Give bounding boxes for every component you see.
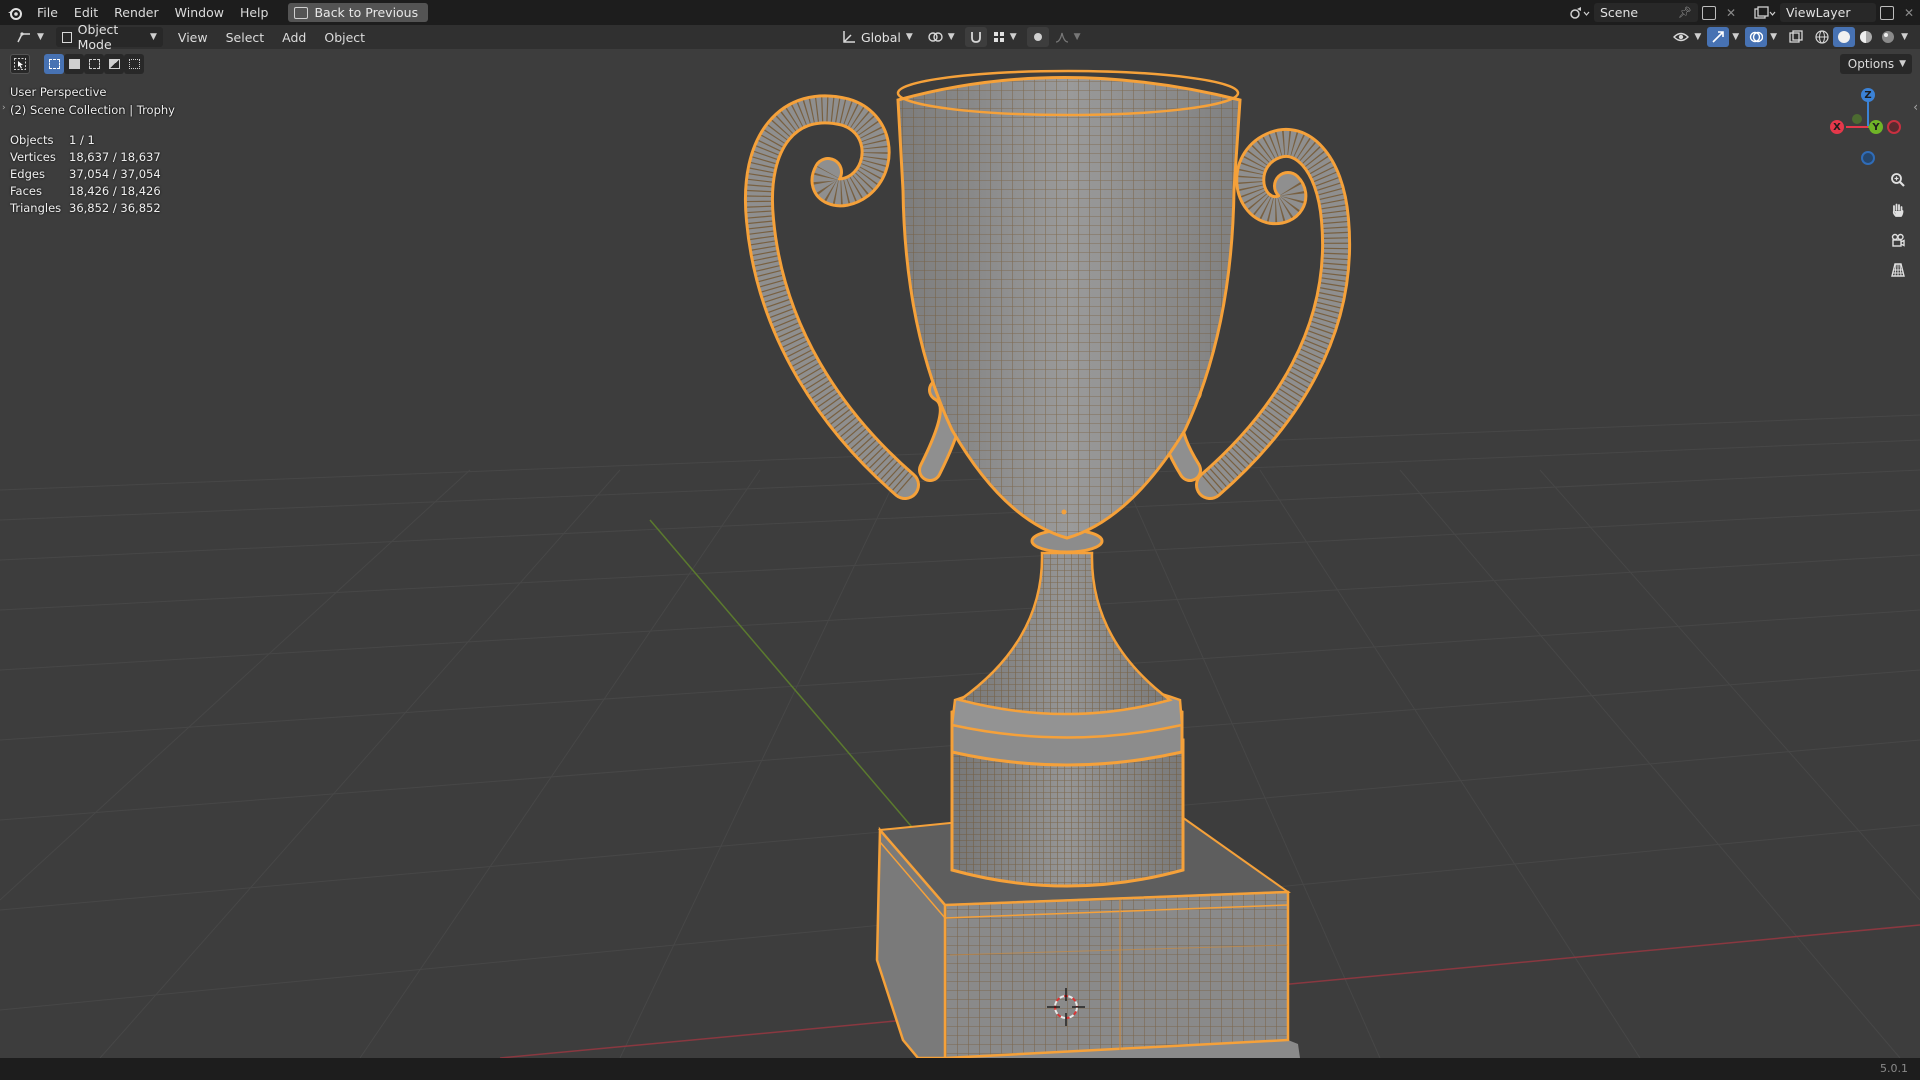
shading-material-icon[interactable]: [1855, 27, 1877, 47]
view-layer-field[interactable]: ViewLayer: [1780, 3, 1876, 22]
magnifier-icon: [1891, 173, 1905, 187]
gizmo-dropdown-icon[interactable]: ▼: [1732, 32, 1739, 42]
orientation-dropdown[interactable]: Global ▼: [836, 27, 919, 47]
pivot-icon: [928, 32, 943, 42]
scene-name: Scene: [1600, 5, 1639, 20]
tool-settings-row: [10, 53, 144, 75]
view-layer-type-icon[interactable]: [1750, 3, 1780, 23]
new-view-layer-icon[interactable]: [1876, 3, 1898, 23]
gizmo-neg-x-axis[interactable]: [1887, 120, 1901, 134]
statistics-overlay: Objects 1 / 1 Vertices 18,637 / 18,637 Edg…: [10, 132, 161, 217]
options-label: Options: [1847, 57, 1895, 71]
window-back-icon: [294, 6, 309, 19]
top-right-controls: Scene 📌︎ ✕ ViewLayer ✕: [1564, 0, 1920, 25]
back-to-previous-label: Back to Previous: [314, 5, 419, 20]
orientation-icon: [843, 31, 855, 43]
select-mode-extend-icon[interactable]: [64, 54, 84, 74]
header-menu-select[interactable]: Select: [217, 30, 274, 45]
view-layer-name: ViewLayer: [1786, 5, 1851, 20]
overlays-dropdown-icon[interactable]: ▼: [1770, 32, 1777, 42]
status-bar: 5.0.1: [0, 1058, 1920, 1080]
scene-field[interactable]: Scene 📌︎: [1594, 3, 1698, 22]
grid-perspective-icon: [1891, 263, 1905, 277]
options-dropdown[interactable]: Options ▼: [1839, 54, 1912, 74]
toggle-ortho-button[interactable]: [1886, 258, 1910, 282]
active-tool-select-icon[interactable]: [10, 54, 30, 74]
navigation-gizmo[interactable]: Z Y X: [1820, 86, 1901, 166]
orientation-label: Global: [861, 29, 901, 45]
stat-edges: Edges 37,054 / 37,054: [10, 167, 161, 181]
select-mode-subtract-icon[interactable]: [84, 54, 104, 74]
back-to-previous-button[interactable]: Back to Previous: [288, 3, 429, 22]
editor-type-dropdown[interactable]: ▼: [10, 27, 50, 47]
shading-dropdown-icon[interactable]: ▼: [1901, 32, 1908, 42]
pivot-dropdown[interactable]: ▼: [921, 27, 961, 47]
trophy-object: [743, 69, 1352, 1060]
delete-scene-icon[interactable]: ✕: [1720, 3, 1742, 23]
collection-label: (2) Scene Collection | Trophy: [10, 103, 175, 117]
snap-toggle-icon[interactable]: [964, 27, 987, 47]
scene-type-icon[interactable]: [1564, 3, 1594, 23]
falloff-dropdown[interactable]: ▼: [1049, 27, 1087, 47]
visibility-dropdown[interactable]: ▼: [1667, 27, 1707, 47]
pan-view-button[interactable]: [1886, 198, 1910, 222]
overlays-toggle-icon[interactable]: [1745, 27, 1768, 47]
gizmo-neg-z-axis[interactable]: [1861, 151, 1875, 165]
delete-view-layer-icon[interactable]: ✕: [1898, 3, 1920, 23]
select-mode-intersect-icon[interactable]: [124, 54, 144, 74]
gizmo-z-axis[interactable]: Z: [1861, 88, 1875, 102]
proportional-edit-icon[interactable]: [1026, 27, 1049, 47]
gizmo-toggle-icon[interactable]: [1707, 27, 1730, 47]
stat-faces: Faces 18,426 / 18,426: [10, 184, 161, 198]
y-axis-line: [649, 519, 941, 861]
transform-controls: Global ▼ ▼ ▼ ▼: [836, 27, 1087, 47]
snap-grid-icon: [993, 32, 1004, 42]
mode-label: Object Mode: [77, 22, 119, 52]
falloff-curve-icon: [1055, 32, 1068, 43]
blender-window: File Edit Render Window Help Back to Pre…: [0, 0, 1920, 1080]
shading-solid-icon[interactable]: [1833, 27, 1856, 47]
menu-file[interactable]: File: [29, 0, 66, 25]
zoom-view-button[interactable]: [1886, 168, 1910, 192]
camera-view-button[interactable]: [1886, 228, 1910, 252]
camera-icon: [1891, 233, 1905, 247]
snap-target-dropdown[interactable]: ▼: [987, 27, 1023, 47]
stat-triangles: Triangles 36,852 / 36,852: [10, 201, 161, 215]
3d-viewport-icon: [17, 32, 30, 43]
sidebar-expand-arrow-icon[interactable]: ‹: [1913, 100, 1918, 114]
select-mode-new-icon[interactable]: [44, 54, 64, 74]
gizmo-y-axis[interactable]: Y: [1869, 120, 1883, 134]
eye-icon: [1673, 32, 1690, 42]
shading-rendered-icon[interactable]: [1877, 27, 1899, 47]
stat-objects: Objects 1 / 1: [10, 133, 95, 147]
select-mode-invert-icon[interactable]: [104, 54, 124, 74]
shading-wireframe-icon[interactable]: [1811, 27, 1833, 47]
top-menu-bar: File Edit Render Window Help Back to Pre…: [0, 0, 1920, 25]
mode-dropdown[interactable]: Object Mode ▼: [55, 22, 163, 52]
viewport-header: ▼ Object Mode ▼ View Select Add Object G…: [0, 22, 1920, 52]
pin-icon[interactable]: 📌︎: [1678, 6, 1692, 19]
object-mode-icon: [61, 31, 72, 43]
stat-vertices: Vertices 18,637 / 18,637: [10, 150, 161, 164]
new-scene-icon[interactable]: [1698, 3, 1720, 23]
view-perspective-label: User Perspective: [10, 85, 107, 99]
header-menu-object[interactable]: Object: [315, 30, 374, 45]
xray-toggle-icon[interactable]: [1785, 27, 1807, 47]
blender-logo-icon[interactable]: [7, 5, 23, 21]
viewport-canvas[interactable]: [0, 0, 1920, 1080]
menu-window[interactable]: Window: [167, 0, 232, 25]
hand-icon: [1892, 203, 1904, 217]
version-label: 5.0.1: [1880, 1062, 1908, 1075]
menu-help[interactable]: Help: [232, 0, 277, 25]
toolbar-expand-arrow-icon[interactable]: ›: [2, 103, 6, 113]
gizmo-neg-y-axis[interactable]: [1852, 114, 1862, 124]
header-menu-view[interactable]: View: [169, 30, 217, 45]
viewport-display-controls: ▼ ▼ ▼ ▼: [1667, 27, 1908, 47]
gizmo-x-axis[interactable]: X: [1830, 120, 1844, 134]
header-menu-add[interactable]: Add: [273, 30, 315, 45]
